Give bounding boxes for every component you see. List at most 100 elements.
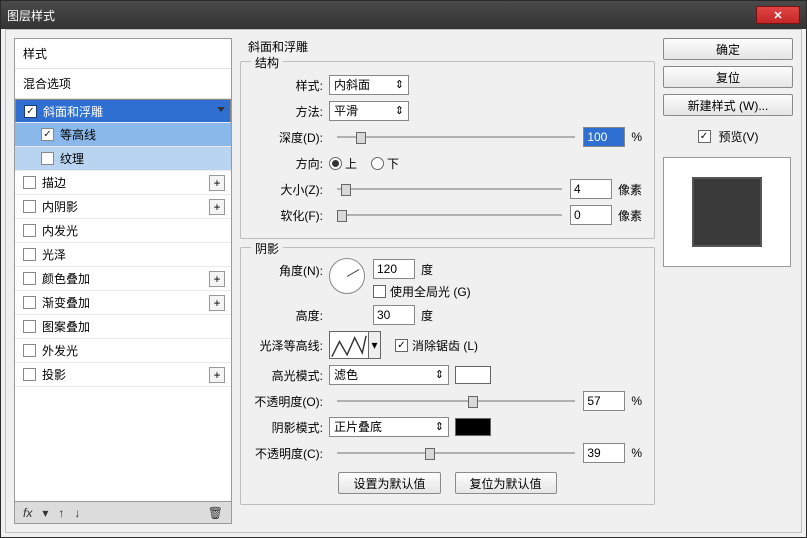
add-icon[interactable]: + <box>209 295 225 311</box>
checkbox-icon[interactable] <box>23 248 36 261</box>
window-title: 图层样式 <box>7 7 756 24</box>
shadow-mode-label: 阴影模式: <box>253 419 323 436</box>
structure-legend: 结构 <box>251 54 283 71</box>
depth-label: 深度(D): <box>253 129 323 146</box>
antialias-label: 消除锯齿 (L) <box>412 337 478 354</box>
highlight-mode-select[interactable]: 滤色 <box>329 365 449 385</box>
sidebar-item-contour[interactable]: ✓ 等高线 <box>15 123 231 147</box>
highlight-color-swatch[interactable] <box>455 366 491 384</box>
angle-dial[interactable] <box>329 258 365 294</box>
highlight-opacity-input[interactable]: 57 <box>583 391 625 411</box>
sidebar-item-pattern-overlay[interactable]: 图案叠加 <box>15 315 231 339</box>
sidebar-item-texture[interactable]: 纹理 <box>15 147 231 171</box>
reset-default-button[interactable]: 复位为默认值 <box>455 472 557 494</box>
titlebar[interactable]: 图层样式 ✕ <box>1 1 806 29</box>
sidebar-item-inner-glow[interactable]: 内发光 <box>15 219 231 243</box>
arrow-up-icon[interactable]: ↑ <box>58 506 64 520</box>
add-icon[interactable]: + <box>209 175 225 191</box>
soften-input[interactable]: 0 <box>570 205 612 225</box>
checkbox-icon[interactable] <box>23 224 36 237</box>
checkbox-icon[interactable] <box>23 368 36 381</box>
angle-input[interactable]: 120 <box>373 259 415 279</box>
checkbox-icon[interactable] <box>23 296 36 309</box>
preview-box <box>663 157 791 267</box>
size-unit: 像素 <box>618 181 642 198</box>
global-light-checkbox[interactable] <box>373 285 386 298</box>
checkbox-icon[interactable] <box>23 320 36 333</box>
shadow-opacity-input[interactable]: 39 <box>583 443 625 463</box>
checkbox-icon[interactable] <box>23 272 36 285</box>
checkbox-icon[interactable] <box>23 176 36 189</box>
size-label: 大小(Z): <box>253 181 323 198</box>
sidebar: 样式 混合选项 ✓ 斜面和浮雕 ✓ 等高线 纹理 描边 + <box>14 38 232 524</box>
contour-dropdown-icon[interactable]: ▾ <box>369 331 381 359</box>
sidebar-item-satin[interactable]: 光泽 <box>15 243 231 267</box>
sidebar-item-label: 光泽 <box>42 246 225 263</box>
depth-input[interactable]: 100 <box>583 127 625 147</box>
direction-down-label: 下 <box>387 155 399 172</box>
sidebar-item-drop-shadow[interactable]: 投影 + <box>15 363 231 387</box>
direction-label: 方向: <box>253 155 323 172</box>
sidebar-item-bevel[interactable]: ✓ 斜面和浮雕 <box>15 99 231 123</box>
preview-label: 预览(V) <box>719 128 759 145</box>
angle-unit: 度 <box>421 261 433 278</box>
style-label: 样式: <box>253 77 323 94</box>
make-default-button[interactable]: 设置为默认值 <box>338 472 440 494</box>
trash-icon[interactable]: 🗑 <box>208 506 223 520</box>
sidebar-item-label: 颜色叠加 <box>42 270 209 287</box>
preview-checkbox[interactable] <box>698 130 711 143</box>
highlight-opacity-unit: % <box>631 394 642 408</box>
altitude-unit: 度 <box>421 307 433 324</box>
close-button[interactable]: ✕ <box>756 6 800 24</box>
antialias-checkbox[interactable] <box>395 339 408 352</box>
sidebar-item-color-overlay[interactable]: 颜色叠加 + <box>15 267 231 291</box>
shadow-opacity-slider[interactable] <box>337 446 575 460</box>
method-select[interactable]: 平滑 <box>329 101 409 121</box>
soften-label: 软化(F): <box>253 207 323 224</box>
cancel-button[interactable]: 复位 <box>663 66 793 88</box>
new-style-button[interactable]: 新建样式 (W)... <box>663 94 793 116</box>
checkbox-icon[interactable] <box>23 344 36 357</box>
size-input[interactable]: 4 <box>570 179 612 199</box>
blend-options-header[interactable]: 混合选项 <box>15 69 231 99</box>
add-icon[interactable]: + <box>209 271 225 287</box>
checkbox-icon[interactable]: ✓ <box>41 128 54 141</box>
direction-up-radio[interactable] <box>329 157 342 170</box>
checkbox-icon[interactable]: ✓ <box>24 105 37 118</box>
sidebar-footer: fx ▾ ↑ ↓ 🗑 <box>14 502 232 524</box>
add-icon[interactable]: + <box>209 367 225 383</box>
method-value: 平滑 <box>334 104 358 118</box>
depth-slider[interactable] <box>337 130 575 144</box>
arrow-down-icon[interactable]: ↓ <box>74 506 80 520</box>
sidebar-item-label: 外发光 <box>42 342 225 359</box>
shadow-mode-select[interactable]: 正片叠底 <box>329 417 449 437</box>
shading-legend: 阴影 <box>251 240 283 257</box>
sidebar-item-label: 投影 <box>42 366 209 383</box>
checkbox-icon[interactable] <box>23 200 36 213</box>
highlight-opacity-slider[interactable] <box>337 394 575 408</box>
shadow-color-swatch[interactable] <box>455 418 491 436</box>
shadow-opacity-unit: % <box>631 446 642 460</box>
sidebar-item-label: 内发光 <box>42 222 225 239</box>
size-slider[interactable] <box>337 182 562 196</box>
fx-menu-icon[interactable]: fx <box>23 506 32 520</box>
altitude-input[interactable]: 30 <box>373 305 415 325</box>
sidebar-item-stroke[interactable]: 描边 + <box>15 171 231 195</box>
panel-title: 斜面和浮雕 <box>248 38 655 55</box>
direction-down-radio[interactable] <box>371 157 384 170</box>
sidebar-item-inner-shadow[interactable]: 内阴影 + <box>15 195 231 219</box>
style-select[interactable]: 内斜面 <box>329 75 409 95</box>
soften-slider[interactable] <box>337 208 562 222</box>
sidebar-item-outer-glow[interactable]: 外发光 <box>15 339 231 363</box>
style-value: 内斜面 <box>334 78 370 92</box>
structure-group: 结构 样式: 内斜面 方法: 平滑 深度(D): 100 % 方向: <box>240 61 655 239</box>
add-icon[interactable]: + <box>209 199 225 215</box>
styles-header[interactable]: 样式 <box>15 39 231 69</box>
ok-button[interactable]: 确定 <box>663 38 793 60</box>
sidebar-item-gradient-overlay[interactable]: 渐变叠加 + <box>15 291 231 315</box>
gloss-contour-picker[interactable] <box>329 331 369 359</box>
checkbox-icon[interactable] <box>41 152 54 165</box>
sidebar-item-label: 内阴影 <box>42 198 209 215</box>
shadow-mode-value: 正片叠底 <box>334 420 382 434</box>
highlight-mode-label: 高光模式: <box>253 367 323 384</box>
